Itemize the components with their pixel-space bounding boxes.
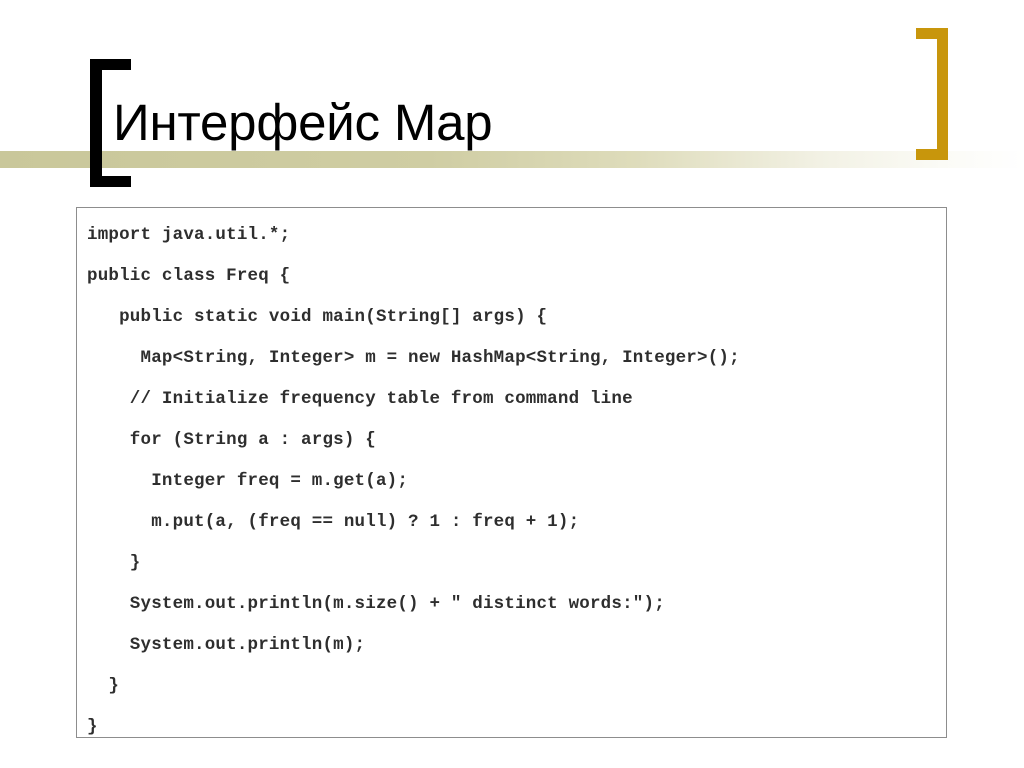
right-bracket-stem [937,28,948,160]
code-lines-container: import java.util.*; public class Freq { … [87,215,944,737]
slide-canvas: Интерфейс Map import java.util.*; public… [0,0,1024,768]
code-line: public class Freq { [87,266,291,286]
left-bracket-bottom-arm [90,176,131,187]
code-line: public static void main(String[] args) { [87,307,548,327]
code-line: System.out.println(m.size() + " distinct… [87,594,665,614]
right-bracket-top-arm [916,28,948,39]
code-line: } [87,553,141,573]
code-listing-box: import java.util.*; public class Freq { … [76,207,947,738]
left-bracket-stem [90,59,102,187]
code-line: m.put(a, (freq == null) ? 1 : freq + 1); [87,512,580,532]
header-accent-bar [0,151,1024,168]
code-line: } [87,676,120,696]
slide-title: Интерфейс Map [113,94,493,151]
code-line: import java.util.*; [87,225,291,245]
code-line: } [87,717,98,737]
right-bracket-bottom-arm [916,149,948,160]
code-line: System.out.println(m); [87,635,366,655]
left-bracket-top-arm [90,59,131,70]
right-bracket-decoration [916,28,948,160]
code-line: Map<String, Integer> m = new HashMap<Str… [87,348,740,368]
code-line: Integer freq = m.get(a); [87,471,409,491]
code-line: // Initialize frequency table from comma… [87,389,633,409]
code-line: for (String a : args) { [87,430,376,450]
